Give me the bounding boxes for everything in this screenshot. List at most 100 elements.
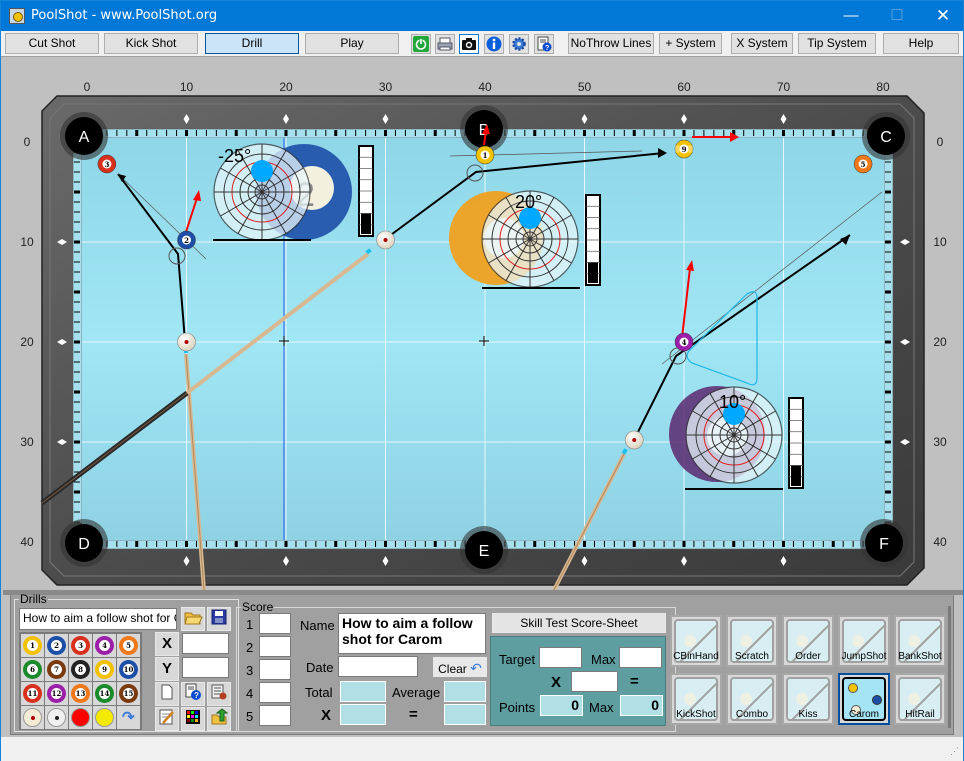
- close-button[interactable]: ✕: [920, 1, 964, 31]
- date-input[interactable]: [338, 656, 418, 677]
- screenshot-button[interactable]: [459, 34, 479, 54]
- shot-type-kiss[interactable]: Kiss: [782, 673, 834, 725]
- palette-redo-arrow[interactable]: ↷: [117, 706, 140, 729]
- ball-5[interactable]: 5: [853, 154, 873, 174]
- palette-ball-8[interactable]: 8: [69, 658, 92, 681]
- pocket-b[interactable]: B: [460, 105, 508, 153]
- pool-table[interactable]: 0 10 20 30 40 50 60 70 80 0 0 10 10 20 20 30 30 40 40 A B C D…: [2, 58, 963, 590]
- palette-ball-3[interactable]: 3: [69, 634, 92, 657]
- power-meter[interactable]: [788, 397, 804, 489]
- score-row-input[interactable]: [259, 705, 291, 726]
- palette-ball-11[interactable]: 11: [21, 682, 44, 705]
- settings-button[interactable]: [509, 34, 529, 54]
- max-input[interactable]: [619, 647, 662, 668]
- palette-yellow-ball[interactable]: [93, 706, 116, 729]
- palette-ball-2[interactable]: 2: [45, 634, 68, 657]
- palette-ball-15[interactable]: 15: [117, 682, 140, 705]
- help-document-button[interactable]: ?: [534, 34, 554, 54]
- shot-type-kickshot[interactable]: KickShot: [670, 673, 722, 725]
- ball-4[interactable]: 4: [674, 332, 694, 352]
- shot-type-label: Kiss: [798, 709, 818, 720]
- save-drill-button[interactable]: [207, 607, 231, 631]
- score-row-input[interactable]: [259, 613, 291, 634]
- score-row-input[interactable]: [259, 659, 291, 680]
- palette-cue-ball-black-dot[interactable]: [45, 706, 68, 729]
- rail-tick: [885, 181, 891, 183]
- help-button[interactable]: Help: [883, 33, 959, 54]
- rail-tick: [74, 261, 80, 263]
- edit-drill-button[interactable]: [155, 707, 179, 731]
- ball-3[interactable]: 3: [97, 154, 117, 174]
- pocket-a[interactable]: A: [60, 112, 108, 160]
- power-button[interactable]: [411, 34, 431, 54]
- score-name-input[interactable]: How to aim a follow shot for Carom: [338, 613, 486, 654]
- tip-system-button[interactable]: Tip System: [798, 33, 876, 54]
- drill-name-input[interactable]: How to aim a follow shot for Carom: [19, 608, 177, 630]
- palette-ball-5[interactable]: 5: [117, 634, 140, 657]
- pocket-c[interactable]: C: [862, 112, 910, 160]
- camera-icon: [462, 38, 476, 50]
- target-input[interactable]: [539, 647, 582, 668]
- palette-ball-1[interactable]: 1: [21, 634, 44, 657]
- ball-2[interactable]: 2: [177, 230, 196, 250]
- shot-type-carom[interactable]: Carom: [838, 673, 890, 725]
- shot-type-cbinhand[interactable]: CBinHand: [670, 615, 722, 667]
- drill-button[interactable]: Drill: [205, 33, 299, 54]
- x-coordinate-input[interactable]: [182, 633, 229, 654]
- cue-tip-position[interactable]: [251, 160, 273, 182]
- pocket-d[interactable]: D: [60, 519, 108, 567]
- info-button[interactable]: [484, 34, 504, 54]
- score-row-input[interactable]: [259, 636, 291, 657]
- shot-type-hitrail[interactable]: HitRail: [894, 673, 946, 725]
- kick-shot-button[interactable]: Kick Shot: [104, 33, 198, 54]
- palette-ball-10[interactable]: 10: [117, 658, 140, 681]
- ball-1[interactable]: 1: [475, 145, 495, 165]
- no-throw-lines-button[interactable]: NoThrow Lines: [568, 33, 654, 54]
- shot-type-jumpshot[interactable]: JumpShot: [838, 615, 890, 667]
- cut-shot-button[interactable]: Cut Shot: [5, 33, 99, 54]
- export-drill-button[interactable]: [207, 707, 231, 731]
- palette-cue-ball-red-dot[interactable]: [21, 706, 44, 729]
- rail-tick: [454, 541, 456, 547]
- palette-ball-9[interactable]: 9: [93, 658, 116, 681]
- palette-red-ball[interactable]: [69, 706, 92, 729]
- shot-type-order[interactable]: Order: [782, 615, 834, 667]
- clear-score-button[interactable]: Clear ↶: [433, 657, 487, 677]
- cue-ball-1[interactable]: [177, 332, 196, 352]
- rail-tick: [653, 130, 655, 136]
- palette-ball-12[interactable]: 12: [45, 682, 68, 705]
- pocket-f[interactable]: F: [860, 519, 908, 567]
- palette-ball-13[interactable]: 13: [69, 682, 92, 705]
- drill-help-button[interactable]: ?: [181, 682, 205, 706]
- shot-type-scratch[interactable]: Scratch: [726, 615, 778, 667]
- shot-type-combo[interactable]: Combo: [726, 673, 778, 725]
- rail-tick: [295, 541, 297, 547]
- open-drill-button[interactable]: [181, 607, 205, 631]
- color-palette-button[interactable]: [181, 707, 205, 731]
- palette-ball-14[interactable]: 14: [93, 682, 116, 705]
- shot-type-bankshot[interactable]: BankShot: [894, 615, 946, 667]
- score-row-input[interactable]: [259, 682, 291, 703]
- plus-system-button[interactable]: + System: [659, 33, 722, 54]
- y-coordinate-input[interactable]: [182, 657, 229, 678]
- palette-ball-7[interactable]: 7: [45, 658, 68, 681]
- skill-test-score-sheet-button[interactable]: Skill Test Score-Sheet: [492, 613, 666, 633]
- play-button[interactable]: Play: [305, 33, 399, 54]
- multiplier-input[interactable]: [571, 671, 618, 692]
- maximize-button[interactable]: ☐: [874, 1, 920, 31]
- print-button[interactable]: [435, 34, 455, 54]
- minimize-button[interactable]: —: [828, 1, 874, 31]
- x-system-button[interactable]: X System: [731, 33, 793, 54]
- palette-ball-6[interactable]: 6: [21, 658, 44, 681]
- resize-grip-icon[interactable]: ⋰: [950, 746, 959, 757]
- power-meter[interactable]: [585, 194, 601, 286]
- power-meter[interactable]: [358, 145, 374, 237]
- ball-9[interactable]: 9: [674, 139, 694, 159]
- cue-ball-2[interactable]: [376, 230, 395, 250]
- pocket-e[interactable]: E: [460, 526, 508, 574]
- palette-ball-4[interactable]: 4: [93, 634, 116, 657]
- drill-list-button[interactable]: [207, 682, 231, 706]
- pool-table-area[interactable]: 0 10 20 30 40 50 60 70 80 0 0 10 10 20 20 30 30 40 40 A B C D…: [2, 58, 963, 590]
- cue-ball-3[interactable]: [624, 430, 644, 450]
- new-drill-button[interactable]: [155, 682, 179, 706]
